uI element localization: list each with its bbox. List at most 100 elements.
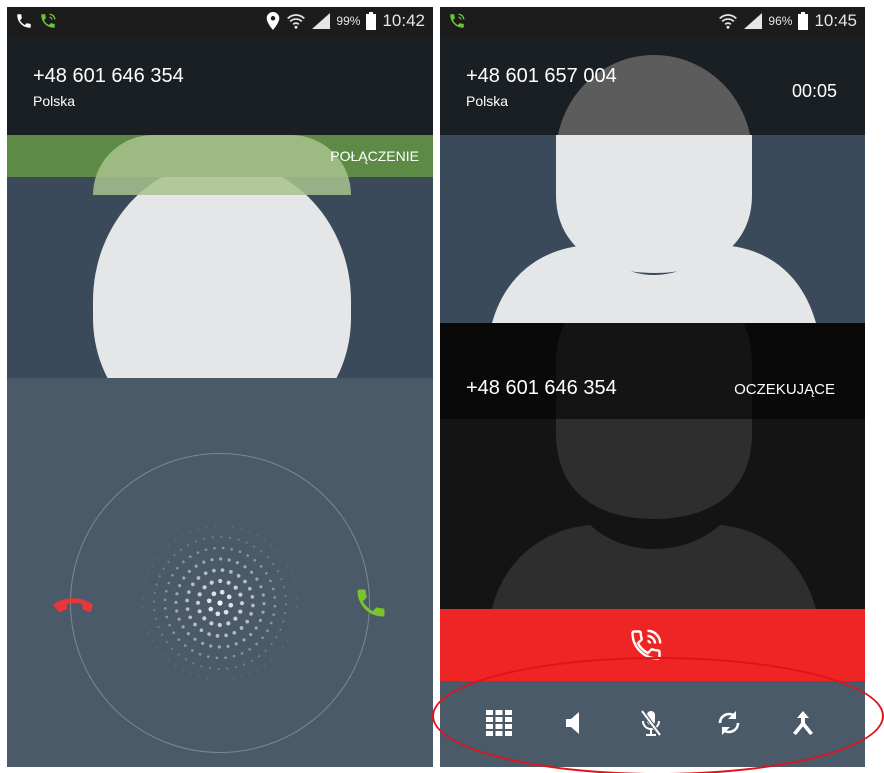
- swap-calls-button[interactable]: [714, 708, 744, 738]
- swipe-dot: [207, 632, 211, 636]
- swipe-dot: [203, 537, 206, 540]
- held-call-band: [440, 323, 865, 419]
- swipe-dot: [263, 664, 266, 667]
- swipe-dot: [171, 573, 174, 577]
- swipe-dot: [171, 647, 174, 650]
- swipe-dot: [238, 592, 243, 597]
- swipe-dot: [261, 610, 265, 614]
- swipe-dot: [155, 583, 158, 586]
- swipe-dot: [257, 655, 261, 658]
- status-bar: 99% 10:42: [7, 7, 433, 37]
- swipe-dot: [224, 633, 228, 638]
- swipe-dot: [204, 548, 208, 552]
- signal-icon: [312, 13, 331, 29]
- swipe-dot: [272, 562, 275, 566]
- swipe-dot: [295, 614, 297, 617]
- swipe-dot: [293, 623, 295, 625]
- swipe-dot: [295, 589, 297, 591]
- swipe-dot: [240, 652, 244, 655]
- swipe-handle-dots[interactable]: [130, 513, 310, 693]
- swipe-dot: [261, 593, 265, 597]
- swipe-dot: [188, 555, 192, 559]
- swipe-dot: [221, 546, 225, 550]
- swipe-dot: [253, 559, 257, 562]
- swipe-dot: [262, 602, 266, 606]
- swipe-dot: [182, 560, 185, 564]
- swipe-dot: [230, 547, 234, 551]
- swipe-dot: [249, 633, 253, 637]
- merge-calls-button[interactable]: [788, 708, 818, 738]
- swipe-dot: [217, 622, 222, 628]
- phone-call-icon: [17, 14, 31, 28]
- merge-icon: [793, 711, 813, 735]
- swipe-dot: [266, 556, 269, 559]
- swipe-dot: [270, 643, 273, 646]
- mute-button[interactable]: [636, 708, 666, 738]
- swipe-dot: [237, 538, 240, 541]
- swipe-dot: [158, 575, 161, 578]
- answer-call-icon[interactable]: [353, 585, 389, 621]
- swipe-dot: [193, 622, 197, 627]
- swipe-dot: [167, 581, 171, 585]
- swipe-dot: [290, 572, 292, 575]
- swipe-dot: [177, 638, 181, 641]
- swipe-dot: [228, 536, 232, 539]
- swipe-dot: [217, 645, 221, 649]
- swipe-dot: [192, 662, 195, 665]
- swipe-dot: [156, 646, 159, 649]
- swipe-dot: [226, 667, 229, 670]
- swipe-dot: [172, 631, 176, 635]
- swipe-dot: [276, 653, 279, 656]
- swipe-dot: [220, 535, 223, 539]
- call-state-banner: POŁĄCZENIE: [7, 135, 433, 195]
- active-call-number: +48 601 657 004: [466, 65, 617, 87]
- keypad-button[interactable]: [484, 708, 514, 738]
- swipe-dot: [240, 528, 242, 530]
- swipe-dot: [211, 591, 217, 597]
- status-time: 10:45: [814, 11, 857, 30]
- swipe-dot: [203, 571, 208, 576]
- swipe-dot: [206, 598, 212, 604]
- swipe-dot: [214, 525, 217, 527]
- swipe-dot: [143, 589, 145, 592]
- swipe-dot: [276, 570, 279, 573]
- swipe-dot: [156, 557, 158, 560]
- swipe-dot: [206, 678, 209, 680]
- swipe-dot: [163, 598, 167, 602]
- swipe-dot: [259, 585, 263, 589]
- swipe-dot: [236, 573, 241, 578]
- swipe-dot: [270, 544, 273, 547]
- decline-call-icon[interactable]: [51, 591, 95, 619]
- swipe-dot: [151, 565, 154, 567]
- active-call-header: +48 601 657 004 Polska 00:05: [440, 37, 865, 135]
- swipe-dot: [219, 589, 225, 595]
- swipe-dot: [269, 579, 272, 583]
- swipe-dot: [165, 640, 168, 644]
- swipe-dot: [201, 641, 205, 645]
- caller-header: +48 601 646 354 Polska: [7, 37, 433, 135]
- end-call-icon: [631, 629, 662, 660]
- swipe-dot: [177, 617, 181, 621]
- swipe-dot: [255, 642, 258, 646]
- swipe-dot: [249, 612, 253, 616]
- swipe-dot: [212, 568, 216, 573]
- speaker-button[interactable]: [558, 708, 588, 738]
- swipe-dot: [261, 636, 264, 640]
- swipe-dot: [279, 628, 282, 631]
- swipe-dot: [269, 621, 273, 625]
- swipe-dot: [189, 531, 192, 533]
- battery-icon: [798, 12, 809, 30]
- swipe-dot: [239, 626, 244, 630]
- end-call-button[interactable]: [440, 609, 865, 681]
- swipe-dot: [198, 652, 202, 656]
- swipe-dot: [264, 571, 268, 575]
- swipe-dot: [231, 526, 234, 528]
- swipe-dot: [197, 609, 202, 614]
- battery-icon: [366, 12, 377, 30]
- held-call-panel[interactable]: +48 601 646 354 OCZEKUJĄCE: [440, 323, 865, 609]
- swipe-dot: [167, 659, 170, 662]
- swipe-dot: [173, 554, 176, 557]
- swipe-dot: [283, 586, 286, 589]
- swipe-dot: [233, 585, 238, 590]
- swipe-dot: [284, 603, 288, 606]
